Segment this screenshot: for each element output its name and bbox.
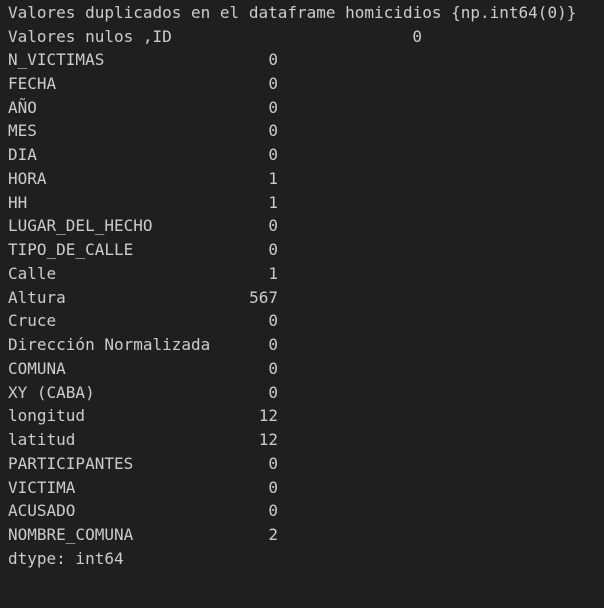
series-row-value: 0 xyxy=(268,501,278,520)
series-row-label: longitud xyxy=(8,406,86,425)
series-row-value: 0 xyxy=(268,216,278,235)
series-row-label: HH xyxy=(8,193,28,212)
series-row-value: 12 xyxy=(258,406,278,425)
series-row-value: 567 xyxy=(249,288,278,307)
series-row-value: 0 xyxy=(268,121,278,140)
dtype-line: dtype: int64 xyxy=(8,549,124,568)
series-row-label: VICTIMA xyxy=(8,478,76,497)
notebook-output: Valores duplicados en el dataframe homic… xyxy=(0,0,604,608)
series-row-label: DIA xyxy=(8,145,37,164)
series-row-value: 0 xyxy=(268,145,278,164)
series-row-value: 0 xyxy=(268,454,278,473)
series-row-label: MES xyxy=(8,121,37,140)
series-row-label: Altura xyxy=(8,288,66,307)
series-row-value: 0 xyxy=(268,240,278,259)
series-row-label: XY (CABA) xyxy=(8,383,95,402)
series-row-label: TIPO_DE_CALLE xyxy=(8,240,134,259)
nulls-title: Valores nulos ,ID xyxy=(8,27,172,46)
series-row-value: 1 xyxy=(268,264,278,283)
series-row-value: 0 xyxy=(268,74,278,93)
series-row-label: Cruce xyxy=(8,311,57,330)
series-row-label: PARTICIPANTES xyxy=(8,454,134,473)
series-row-value: 0 xyxy=(268,478,278,497)
series-row-value: 0 xyxy=(268,98,278,117)
series-row-label: NOMBRE_COMUNA xyxy=(8,525,134,544)
series-row-value: 12 xyxy=(258,430,278,449)
series-row-label: Calle xyxy=(8,264,57,283)
series-row-label: N_VICTIMAS xyxy=(8,50,105,69)
nulls-id-value: 0 xyxy=(412,27,422,46)
series-row-value: 1 xyxy=(268,193,278,212)
series-row-label: LUGAR_DEL_HECHO xyxy=(8,216,153,235)
series-row-value: 0 xyxy=(268,311,278,330)
series-row-label: AÑO xyxy=(8,98,37,117)
series-row-value: 0 xyxy=(268,383,278,402)
series-row-value: 0 xyxy=(268,50,278,69)
series-row-value: 0 xyxy=(268,359,278,378)
series-row-value: 2 xyxy=(268,525,278,544)
series-row-label: FECHA xyxy=(8,74,57,93)
series-row-value: 0 xyxy=(268,335,278,354)
series-row-label: HORA xyxy=(8,169,47,188)
series-row-label: Dirección Normalizada xyxy=(8,335,211,354)
duplicates-line: Valores duplicados en el dataframe homic… xyxy=(8,3,577,22)
series-row-value: 1 xyxy=(268,169,278,188)
series-row-label: latitud xyxy=(8,430,76,449)
series-row-label: COMUNA xyxy=(8,359,66,378)
series-row-label: ACUSADO xyxy=(8,501,76,520)
